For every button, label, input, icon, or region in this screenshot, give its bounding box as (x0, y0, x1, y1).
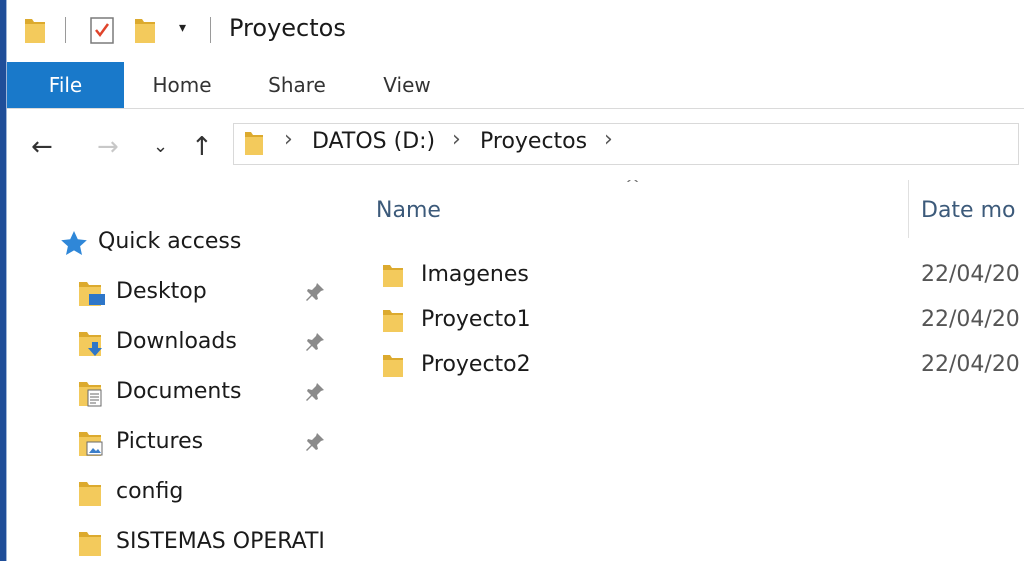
column-divider[interactable] (908, 180, 909, 238)
sort-ascending-icon: ^ (625, 180, 641, 195)
sidebar-item-label: Pictures (116, 429, 204, 454)
pin-icon[interactable] (303, 280, 327, 308)
nav-quick-access[interactable]: Quick access (7, 222, 337, 266)
folder-icon (77, 528, 107, 564)
sidebar-item-sistemas-operativos[interactable]: SISTEMAS OPERATI (7, 522, 337, 566)
back-arrow-icon[interactable]: ← (31, 132, 53, 162)
file-date: 22/04/20 (921, 352, 1020, 377)
toolbar-separator (65, 17, 66, 43)
toolbar-separator (210, 17, 211, 43)
folder-icon (244, 129, 264, 161)
file-name: Proyecto2 (421, 352, 531, 377)
sidebar-item-downloads[interactable]: Downloads (7, 322, 337, 366)
desktop-folder-icon (77, 278, 107, 314)
sidebar-item-label: Downloads (116, 329, 237, 354)
forward-arrow-icon[interactable]: → (97, 132, 119, 162)
breadcrumb-proyectos[interactable]: Proyectos (480, 129, 587, 154)
sidebar-item-config[interactable]: config (7, 472, 337, 516)
table-row[interactable]: Proyecto2 22/04/20 (337, 344, 1024, 388)
new-folder-icon[interactable] (133, 15, 157, 49)
file-name: Imagenes (421, 262, 529, 287)
sidebar-item-label: config (116, 479, 184, 504)
customize-toolbar-arrow-icon[interactable]: ▾ (179, 20, 186, 36)
table-row[interactable]: Imagenes 22/04/20 (337, 254, 1024, 298)
sidebar-item-pictures[interactable]: Pictures (7, 422, 337, 466)
folder-icon[interactable] (23, 15, 47, 49)
sidebar-item-documents[interactable]: Documents (7, 372, 337, 416)
folder-icon (381, 307, 405, 339)
breadcrumb-separator-icon[interactable]: › (452, 127, 461, 152)
tab-share[interactable]: Share (265, 62, 329, 108)
file-date: 22/04/20 (921, 307, 1020, 332)
window-left-border (0, 0, 7, 561)
nav-quick-access-label: Quick access (98, 229, 242, 254)
table-row[interactable]: Proyecto1 22/04/20 (337, 299, 1024, 343)
file-date: 22/04/20 (921, 262, 1020, 287)
address-bar[interactable]: › DATOS (D:) › Proyectos › (233, 123, 1019, 165)
pin-icon[interactable] (303, 330, 327, 358)
tab-view[interactable]: View (379, 62, 435, 108)
window-title: Proyectos (229, 14, 346, 42)
folder-icon (381, 262, 405, 294)
breadcrumb-datos[interactable]: DATOS (D:) (312, 129, 435, 154)
title-bar: ▾ Proyectos (7, 0, 1024, 62)
column-header-name[interactable]: Name (376, 198, 441, 223)
folder-icon (381, 352, 405, 384)
sidebar-item-label: SISTEMAS OPERATI (116, 529, 325, 554)
sidebar-item-label: Documents (116, 379, 242, 404)
file-name: Proyecto1 (421, 307, 531, 332)
documents-folder-icon (77, 378, 107, 414)
tab-home[interactable]: Home (147, 62, 217, 108)
pin-icon[interactable] (303, 380, 327, 408)
sidebar-item-desktop[interactable]: Desktop (7, 272, 337, 316)
pin-icon[interactable] (303, 430, 327, 458)
breadcrumb-separator-icon[interactable]: › (284, 127, 293, 152)
pictures-folder-icon (77, 428, 107, 464)
navigation-bar: ← → ⌄ ↑ › DATOS (D:) › Proyectos › (7, 110, 1024, 180)
breadcrumb-separator-icon[interactable]: › (604, 127, 613, 152)
navigation-pane: Quick access Desktop Downloads Documents (7, 180, 337, 561)
column-header-date-modified[interactable]: Date mo (921, 198, 1015, 223)
folder-icon (77, 478, 107, 514)
star-icon (59, 229, 89, 261)
sidebar-item-label: Desktop (116, 279, 207, 304)
tab-file[interactable]: File (7, 62, 124, 108)
downloads-folder-icon (77, 328, 107, 364)
ribbon-tabs: File Home Share View (7, 62, 1024, 109)
properties-check-icon[interactable] (89, 15, 115, 49)
recent-locations-chevron-icon[interactable]: ⌄ (153, 136, 168, 157)
file-list: ^ Name Date mo Imagenes 22/04/20 Proyect… (337, 180, 1024, 561)
up-arrow-icon[interactable]: ↑ (191, 132, 213, 162)
